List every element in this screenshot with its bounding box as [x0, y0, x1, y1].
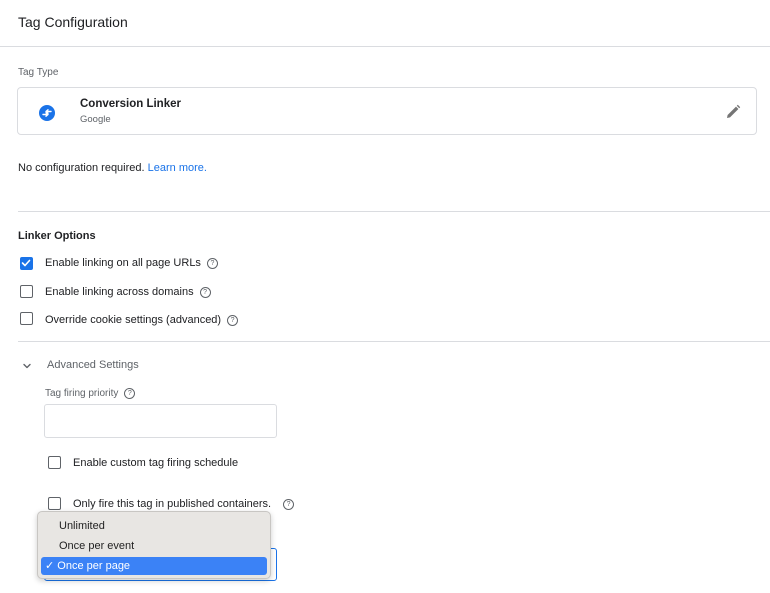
custom-schedule-label: Enable custom tag firing schedule [73, 457, 239, 469]
override-cookie-checkbox[interactable] [20, 312, 33, 325]
config-note-text: No configuration required. [18, 162, 148, 174]
help-icon[interactable]: ? [206, 258, 218, 269]
published-only-label: Only fire this tag in published containe… [73, 498, 295, 510]
pencil-icon[interactable] [724, 103, 742, 121]
tag-type-label: Tag Type [18, 67, 59, 78]
section-divider [18, 211, 770, 212]
config-note: No configuration required. Learn more. [18, 162, 207, 174]
advanced-settings-title[interactable]: Advanced Settings [47, 359, 139, 371]
custom-schedule-checkbox[interactable] [48, 456, 61, 469]
published-only-text: Only fire this tag in published containe… [73, 498, 272, 510]
section-divider [18, 341, 770, 342]
tag-name: Conversion Linker [80, 98, 181, 110]
tag-type-card[interactable]: Conversion Linker Google [17, 87, 757, 135]
help-icon[interactable]: ? [199, 287, 211, 298]
learn-more-link[interactable]: Learn more. [148, 162, 207, 174]
linking-all-urls-checkbox[interactable] [20, 257, 33, 270]
chevron-down-icon[interactable] [22, 358, 32, 376]
option-once-per-event[interactable]: Once per event [41, 537, 267, 555]
override-cookie-text: Override cookie settings (advanced) [45, 314, 222, 326]
conversion-linker-icon [39, 105, 55, 121]
linking-across-domains-label: Enable linking across domains? [45, 286, 211, 298]
option-unlimited[interactable]: Unlimited [41, 517, 267, 535]
option-once-per-page-label: Once per page [57, 560, 131, 572]
tag-vendor: Google [80, 114, 111, 125]
override-cookie-label: Override cookie settings (advanced)? [45, 314, 239, 326]
priority-label-text: Tag firing priority [45, 388, 119, 399]
linking-all-urls-text: Enable linking on all page URLs [45, 257, 201, 269]
page-title: Tag Configuration [18, 14, 128, 30]
linking-all-urls-label: Enable linking on all page URLs? [45, 257, 218, 269]
check-icon: ✓ [45, 560, 55, 572]
help-icon[interactable]: ? [124, 388, 136, 399]
help-icon[interactable]: ? [283, 499, 295, 510]
linking-across-domains-text: Enable linking across domains [45, 286, 194, 298]
linking-across-domains-checkbox[interactable] [20, 285, 33, 298]
option-once-per-page[interactable]: ✓ Once per page [41, 557, 267, 575]
priority-input[interactable] [44, 404, 277, 438]
help-icon[interactable]: ? [227, 315, 239, 326]
priority-label: Tag firing priority? [45, 388, 136, 399]
firing-options-dropdown: Unlimited Once per event ✓ Once per page [37, 511, 271, 579]
published-only-checkbox[interactable] [48, 497, 61, 510]
linker-options-title: Linker Options [18, 230, 96, 242]
header-divider [0, 46, 770, 47]
